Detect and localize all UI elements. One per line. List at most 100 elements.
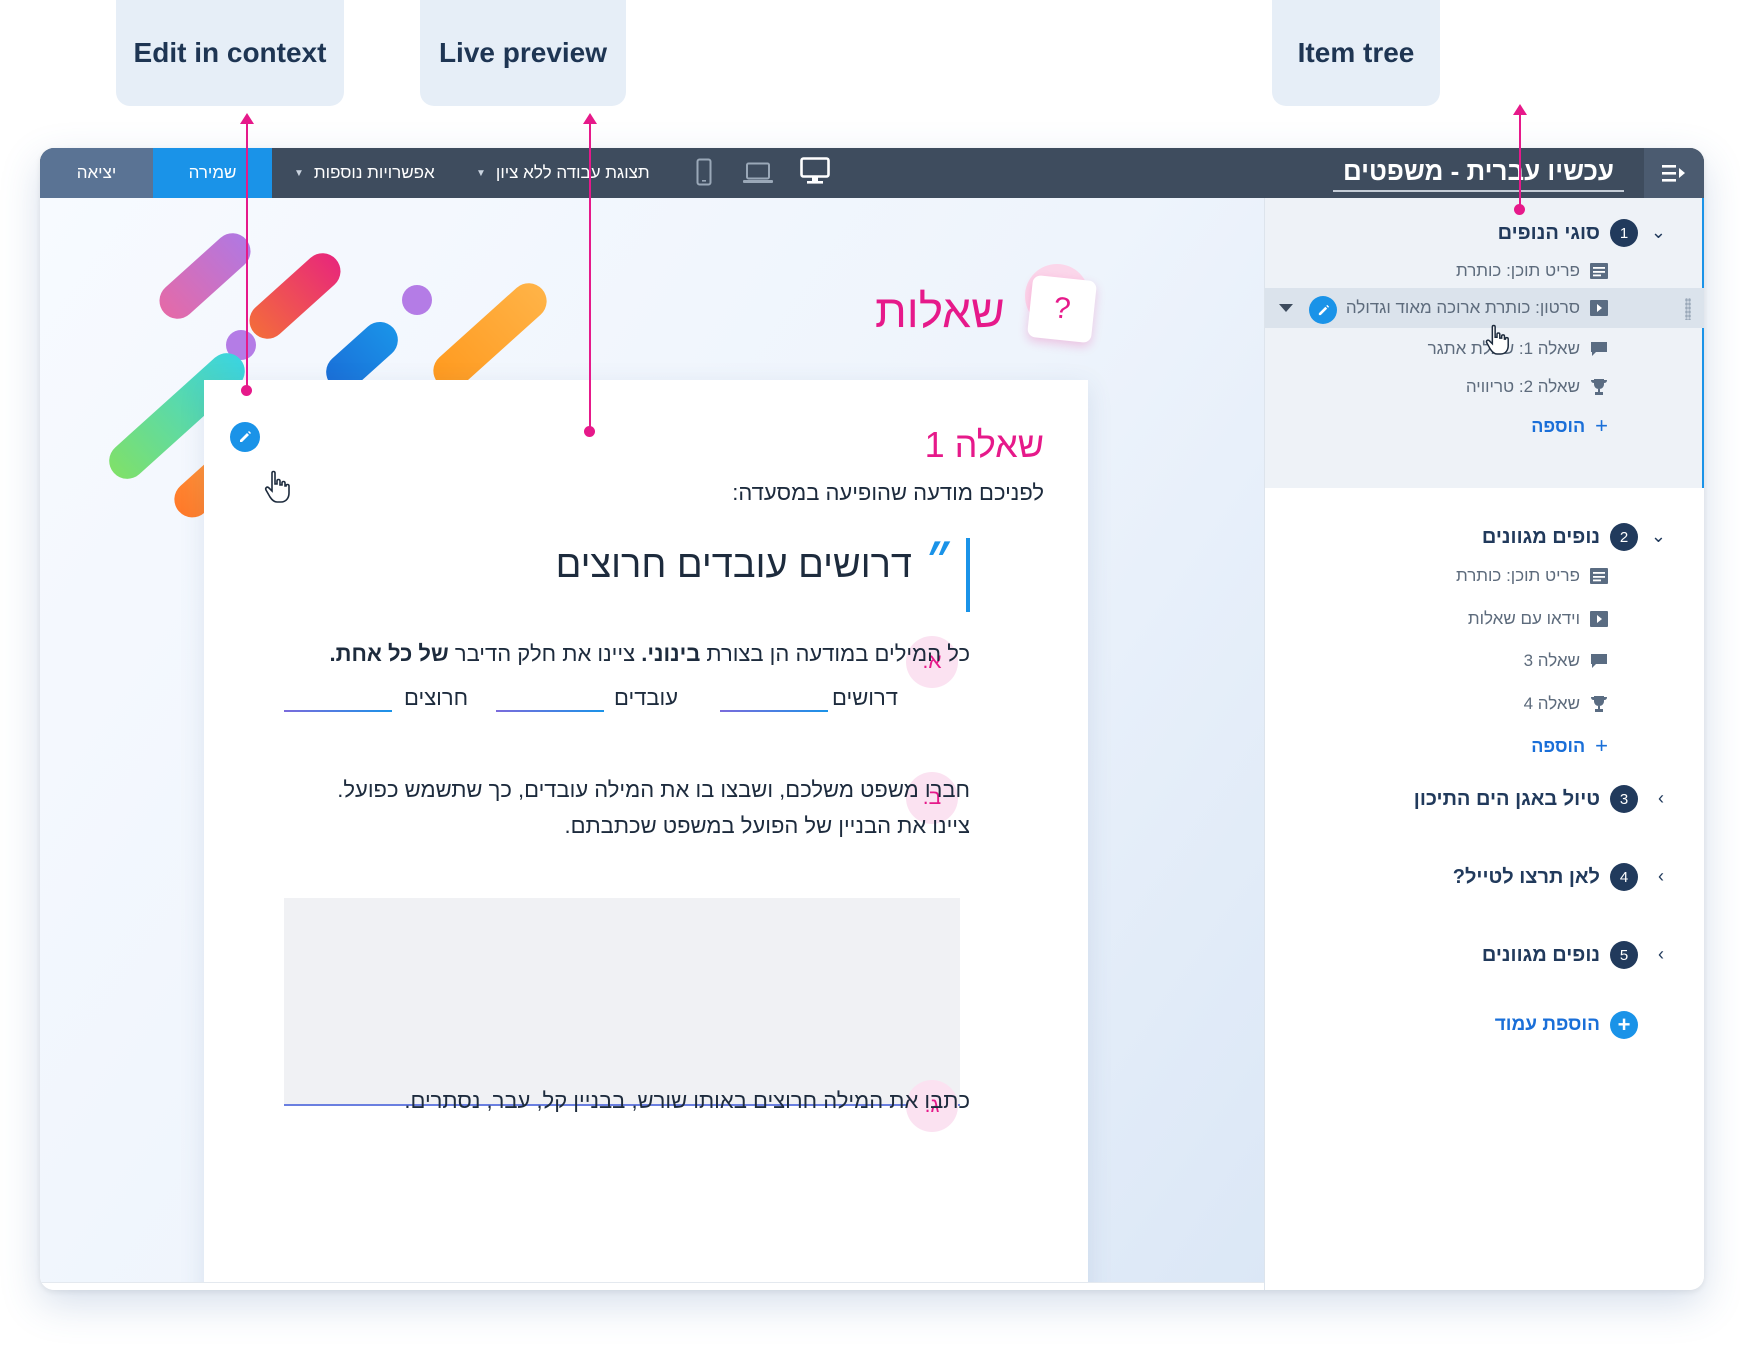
section-label: נופים מגוונים <box>1481 525 1600 548</box>
more-options-dropdown[interactable]: אפשרויות נוספות ▼ <box>294 148 435 198</box>
tree-item-label: שאלה 2: טריוויה <box>1465 377 1580 396</box>
chevron-left-icon[interactable]: ‹ <box>1658 944 1664 965</box>
question-title: שאלה 1 <box>924 424 1044 465</box>
plus-circle-icon: + <box>1610 1011 1638 1039</box>
tree-section[interactable]: 4 לאן תרצו לטייל? <box>1453 862 1638 892</box>
section-label: טיול באגן הים התיכון <box>1413 787 1600 810</box>
tree-item-label: פריט תוכן: כותרת <box>1455 261 1580 280</box>
chevron-down-icon[interactable]: ⌄ <box>1651 526 1666 547</box>
tree-item[interactable]: שאלה 2: טריוויה <box>1466 374 1608 400</box>
chevron-left-icon[interactable]: ‹ <box>1658 788 1664 809</box>
pointer-line <box>589 120 591 430</box>
chevron-left-icon[interactable]: ‹ <box>1658 866 1664 887</box>
pointer-dot <box>584 426 595 437</box>
tree-section[interactable]: 5 נופים מגוונים <box>1482 940 1638 970</box>
pointer-line <box>1519 112 1521 208</box>
hand-cursor-icon <box>1483 324 1511 361</box>
add-page-button[interactable]: + הוספת עמוד <box>1495 1010 1638 1040</box>
pencil-icon[interactable] <box>230 422 260 452</box>
pointer-dot <box>241 385 252 396</box>
tree-item[interactable]: שאלה 4 <box>1524 691 1608 717</box>
item-text-bold: של כל אחת. <box>329 641 449 666</box>
answer-blank[interactable] <box>496 710 604 712</box>
pointer-dot <box>1514 204 1525 215</box>
add-item-link[interactable]: + הוספה <box>1531 733 1608 759</box>
question-intro: לפניכם מודעה שהופיעה במסעדה: <box>732 480 1044 505</box>
word-label: עובדים <box>614 685 679 710</box>
chat-icon <box>1590 340 1608 358</box>
document-title[interactable]: עכשיו עברית - משפטים <box>1332 154 1624 192</box>
tree-item[interactable]: פריט תוכן: כותרת <box>1456 258 1608 284</box>
tree-item-selected[interactable]: סרטון: כותרת ארוכה מאוד וגדולה <box>1308 295 1608 321</box>
item-text: כל המילים במודעה הן בצורת בינוני. ציינו … <box>330 636 970 672</box>
question-card[interactable]: שאלה 1 לפניכם מודעה שהופיעה במסעדה: ״ דר… <box>204 380 1088 1290</box>
plus-icon: + <box>1595 733 1608 758</box>
more-options-label: אפשרויות נוספות <box>313 163 435 182</box>
article-icon <box>1590 262 1608 280</box>
collapse-sidebar-icon[interactable] <box>1644 148 1704 198</box>
top-toolbar: יציאה שמירה אפשרויות נוספות ▼ תצוגת עבוד… <box>40 148 1704 198</box>
save-button[interactable]: שמירה <box>153 148 272 198</box>
quote-mark-icon: ״ <box>922 538 950 587</box>
caret-down-icon: ▼ <box>476 167 486 179</box>
save-label: שמירה <box>188 163 237 182</box>
tree-section[interactable]: 1 סוגי הנופים <box>1498 218 1638 248</box>
tree-item[interactable]: פריט תוכן: כותרת <box>1456 563 1608 589</box>
section-number: 2 <box>1610 523 1638 551</box>
answer-blank[interactable] <box>720 710 828 712</box>
trophy-icon <box>1590 695 1608 713</box>
laptop-icon[interactable] <box>743 162 773 189</box>
chat-icon <box>1590 652 1608 670</box>
tree-item-label: סרטון: כותרת ארוכה מאוד וגדולה <box>1345 298 1580 317</box>
live-preview-canvas: שאלות ? שאלה 1 לפניכם מודעה שהופיעה במסע… <box>40 198 1264 1290</box>
decor-stroke <box>242 245 348 347</box>
chevron-down-icon[interactable]: ⌄ <box>1651 222 1666 243</box>
tree-item[interactable]: וידאו עם שאלות <box>1468 606 1608 632</box>
item-text: כתבו את המילה חרוצים באותו שורש, בבניין … <box>404 1088 970 1113</box>
pencil-icon[interactable] <box>1309 296 1337 324</box>
desktop-icon[interactable] <box>800 157 830 190</box>
answer-textarea[interactable] <box>284 898 960 1106</box>
pagination: ‹ 5 4 3 2 1 › <box>40 1282 1264 1290</box>
mobile-icon[interactable] <box>696 158 712 191</box>
tree-section[interactable]: 3 טיול באגן הים התיכון <box>1414 784 1638 814</box>
section-label: סוגי הנופים <box>1497 221 1600 244</box>
video-icon <box>1590 610 1608 628</box>
section-number: 4 <box>1610 863 1638 891</box>
plus-icon: + <box>1595 413 1608 438</box>
quote-bar <box>966 538 970 612</box>
section-number: 3 <box>1610 785 1638 813</box>
exit-button[interactable]: יציאה <box>40 148 153 198</box>
word-label: חרוצים <box>404 685 469 710</box>
tree-item-label: פריט תוכן: כותרת <box>1455 566 1580 585</box>
view-mode-label: תצוגת עבודה ללא ציון <box>495 163 650 182</box>
callout-item-tree: Item tree <box>1272 0 1440 106</box>
video-icon <box>1590 299 1608 317</box>
item-text: ציינו את הבניין של הפועל במשפט שכתבתם. <box>564 813 970 838</box>
tree-item-label: וידאו עם שאלות <box>1467 609 1580 628</box>
decor-stroke <box>425 275 555 397</box>
trophy-icon <box>1590 378 1608 396</box>
section-label: לאן תרצו לטייל? <box>1452 865 1600 888</box>
section-number: 1 <box>1610 219 1638 247</box>
caret-down-icon[interactable] <box>1279 304 1293 312</box>
decor-dot <box>402 285 432 315</box>
tree-item[interactable]: שאלה 1: שאלת אתגר <box>1428 336 1608 362</box>
add-item-link[interactable]: + הוספה <box>1531 413 1608 439</box>
tree-item-label: שאלה 4 <box>1523 694 1580 713</box>
view-mode-dropdown[interactable]: תצוגת עבודה ללא ציון ▼ <box>476 148 650 198</box>
editor-window: יציאה שמירה אפשרויות נוספות ▼ תצוגת עבוד… <box>40 148 1704 1290</box>
pointer-line <box>246 120 248 388</box>
tree-item[interactable]: שאלה 3 <box>1524 648 1608 674</box>
caret-down-icon: ▼ <box>294 167 304 179</box>
section-number: 5 <box>1610 941 1638 969</box>
callout-preview-label: Live preview <box>438 37 608 68</box>
section-label: נופים מגוונים <box>1481 943 1600 966</box>
item-text-bold: בינוני. <box>641 641 701 666</box>
tree-section[interactable]: 2 נופים מגוונים <box>1482 522 1638 552</box>
tree-item-label: שאלה 3 <box>1523 651 1580 670</box>
drag-handle-icon[interactable] <box>1685 298 1691 320</box>
callout-edit-label: Edit in context <box>133 37 327 68</box>
item-text-part: ציינו את חלק הדיבר <box>448 641 642 666</box>
answer-blank[interactable] <box>284 710 392 712</box>
